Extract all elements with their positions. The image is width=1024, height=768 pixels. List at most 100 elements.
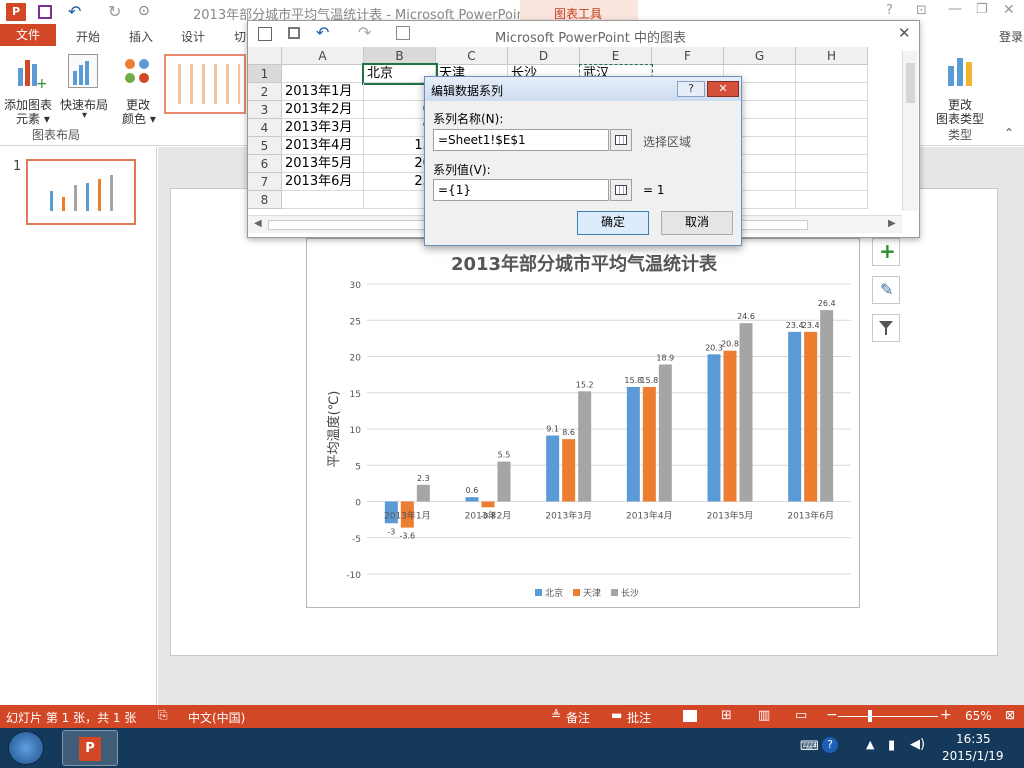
table-cell[interactable] xyxy=(796,83,868,101)
close-icon[interactable]: ✕ xyxy=(1003,2,1015,18)
slide-thumbnail[interactable] xyxy=(26,159,136,225)
tab-insert[interactable]: 插入 xyxy=(129,28,153,45)
minimize-icon[interactable]: — xyxy=(948,1,962,17)
scroll-left-icon[interactable]: ◀ xyxy=(254,218,262,229)
change-chart-type-button[interactable]: 更改 图表类型 xyxy=(932,52,990,126)
series-name-input[interactable]: =Sheet1!$E$1 xyxy=(433,129,609,151)
normal-view-icon[interactable] xyxy=(683,710,697,722)
chart-styles-button[interactable]: ✎ xyxy=(872,276,900,304)
notes-button[interactable]: 备注 xyxy=(566,709,590,726)
zoom-in-icon[interactable]: + xyxy=(940,707,952,723)
taskbar-powerpoint[interactable]: P xyxy=(62,730,118,766)
keyboard-icon[interactable]: ⌨ xyxy=(800,739,819,754)
column-header-g[interactable]: G xyxy=(724,47,796,65)
series-values-range-button[interactable] xyxy=(610,179,632,201)
maximize-icon[interactable]: ❐ xyxy=(976,2,988,17)
network-icon[interactable]: ▮ xyxy=(888,738,895,753)
table-cell[interactable]: 2013年1月 xyxy=(282,83,364,101)
column-header-a[interactable]: A xyxy=(282,47,364,65)
clock-date[interactable]: 2015/1/19 xyxy=(942,749,1004,763)
cancel-button[interactable]: 取消 xyxy=(661,211,733,235)
restore-ribbon-icon[interactable]: ⊡ xyxy=(916,3,927,18)
row-header-2[interactable]: 2 xyxy=(248,83,282,101)
table-cell[interactable] xyxy=(282,65,364,83)
tab-file[interactable]: 文件 xyxy=(0,24,56,46)
table-cell[interactable]: 2013年5月 xyxy=(282,155,364,173)
table-cell[interactable]: 2013年2月 xyxy=(282,101,364,119)
column-header-f[interactable]: F xyxy=(652,47,724,65)
fit-slide-icon[interactable]: ⊠ xyxy=(1005,708,1015,722)
edit-series-dialog[interactable]: 编辑数据系列 ? ✕ 系列名称(N): =Sheet1!$E$1 选择区域 系列… xyxy=(424,76,742,246)
excel-undo-icon[interactable]: ↶ xyxy=(316,23,329,42)
column-header-h[interactable]: H xyxy=(796,47,868,65)
comments-button[interactable]: 批注 xyxy=(627,709,651,726)
login-link[interactable]: 登录 xyxy=(999,28,1023,45)
zoom-slider-thumb[interactable] xyxy=(868,710,872,722)
save-icon[interactable] xyxy=(38,5,52,19)
presenter-icon[interactable]: ⊙ xyxy=(138,3,150,19)
column-header-d[interactable]: D xyxy=(508,47,580,65)
collapse-ribbon-icon[interactable]: ⌃ xyxy=(1004,126,1014,140)
dialog-help-button[interactable]: ? xyxy=(677,81,705,97)
table-cell[interactable] xyxy=(796,101,868,119)
table-cell[interactable] xyxy=(796,119,868,137)
scroll-right-icon[interactable]: ▶ xyxy=(888,218,896,229)
zoom-slider[interactable] xyxy=(838,710,938,722)
series-name-range-button[interactable] xyxy=(610,129,632,151)
zoom-level[interactable]: 65% xyxy=(965,709,992,723)
row-header-1[interactable]: 1 xyxy=(248,65,282,83)
tab-home[interactable]: 开始 xyxy=(76,28,100,45)
vertical-scrollbar[interactable] xyxy=(902,51,918,211)
app-icon[interactable]: P xyxy=(6,3,26,21)
table-cell[interactable]: 2013年6月 xyxy=(282,173,364,191)
column-header-c[interactable]: C xyxy=(436,47,508,65)
reading-view-icon[interactable]: ▥ xyxy=(758,708,770,723)
table-cell[interactable] xyxy=(282,191,364,209)
ok-button[interactable]: 确定 xyxy=(577,211,649,235)
clock-time[interactable]: 16:35 xyxy=(956,732,991,746)
row-header-4[interactable]: 4 xyxy=(248,119,282,137)
tray-arrow-icon[interactable]: ▲ xyxy=(866,738,874,751)
slideshow-icon[interactable]: ▭ xyxy=(795,708,807,723)
column-header-b[interactable]: B xyxy=(364,47,436,65)
chart-object[interactable]: 2013年部分城市平均气温统计表 30 25 20 15 10 5 0 -5 -10 平均温度(℃)… xyxy=(306,238,860,608)
column-header-e[interactable]: E xyxy=(580,47,652,65)
excel-redo-icon[interactable]: ↷ xyxy=(358,23,371,42)
table-cell[interactable]: 2013年3月 xyxy=(282,119,364,137)
undo-icon[interactable]: ↶ xyxy=(68,2,81,21)
excel-save-icon[interactable] xyxy=(288,27,300,39)
chart-filters-button[interactable] xyxy=(872,314,900,342)
change-colors-button[interactable]: 更改 颜色 ▾ xyxy=(118,52,160,126)
quick-layout-button[interactable]: 快速布局 ▾ xyxy=(60,52,110,122)
series-values-input[interactable]: ={1} xyxy=(433,179,609,201)
spellcheck-icon[interactable]: ⎘ xyxy=(158,708,168,723)
dialog-close-button[interactable]: ✕ xyxy=(707,81,739,97)
select-all-corner[interactable] xyxy=(248,47,282,65)
start-button[interactable] xyxy=(8,731,44,765)
chart-elements-button[interactable]: + xyxy=(872,238,900,266)
excel-close-icon[interactable]: ✕ xyxy=(898,24,911,42)
row-header-8[interactable]: 8 xyxy=(248,191,282,209)
table-cell[interactable] xyxy=(796,173,868,191)
volume-icon[interactable]: ◀) xyxy=(910,737,925,752)
table-cell[interactable] xyxy=(796,191,868,209)
add-chart-element-button[interactable]: + 添加图表 元素 ▾ xyxy=(4,52,58,126)
row-header-7[interactable]: 7 xyxy=(248,173,282,191)
redo-icon[interactable]: ↻ xyxy=(108,2,121,21)
row-header-6[interactable]: 6 xyxy=(248,155,282,173)
zoom-out-icon[interactable]: − xyxy=(826,707,838,723)
help-tray-icon[interactable]: ? xyxy=(822,737,838,753)
table-cell[interactable] xyxy=(796,155,868,173)
row-header-3[interactable]: 3 xyxy=(248,101,282,119)
table-cell[interactable]: 2013年4月 xyxy=(282,137,364,155)
edit-in-excel-icon[interactable] xyxy=(396,26,410,40)
language-indicator[interactable]: 中文(中国) xyxy=(188,709,245,726)
chart-style-gallery-item[interactable] xyxy=(164,54,246,114)
row-header-5[interactable]: 5 xyxy=(248,137,282,155)
slide-sorter-icon[interactable]: ⊞ xyxy=(721,708,732,723)
tab-transitions[interactable]: 切 xyxy=(234,28,246,45)
tab-design[interactable]: 设计 xyxy=(181,28,205,45)
table-cell[interactable] xyxy=(796,137,868,155)
table-cell[interactable] xyxy=(796,65,868,83)
help-icon[interactable]: ? xyxy=(886,3,893,18)
